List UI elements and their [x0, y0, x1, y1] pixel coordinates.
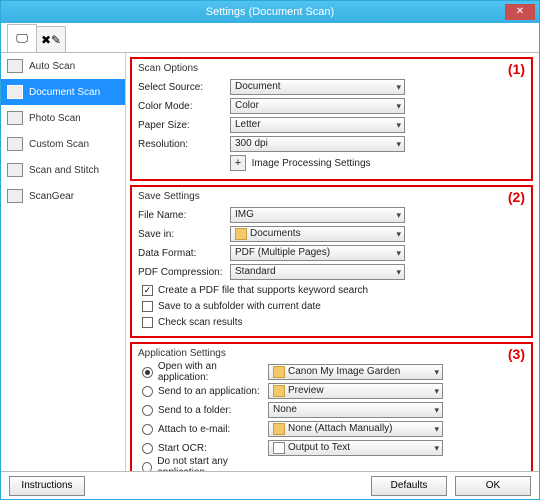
sidebar-item-auto-scan[interactable]: Auto Scan: [1, 53, 125, 79]
checkbox-subfolder-date[interactable]: [142, 301, 153, 312]
tab-scan-icon[interactable]: 🖵: [7, 24, 37, 52]
sidebar-item-label: Auto Scan: [29, 61, 75, 72]
label-start-ocr: Start OCR:: [158, 443, 207, 454]
custom-scan-icon: [7, 137, 23, 151]
legend-app-settings: Application Settings: [138, 348, 525, 359]
content-pane: (1) Scan Options Select Source:Document …: [126, 53, 539, 471]
radio-send-app[interactable]: [142, 386, 153, 397]
sidebar-item-label: Scan and Stitch: [29, 165, 99, 176]
photo-scan-icon: [7, 111, 23, 125]
label-color-mode: Color Mode:: [138, 101, 230, 112]
select-start-ocr[interactable]: Output to Text: [268, 440, 443, 456]
radio-send-folder[interactable]: [142, 405, 153, 416]
sidebar-item-scan-stitch[interactable]: Scan and Stitch: [1, 157, 125, 183]
label-attach-email: Attach to e-mail:: [158, 424, 230, 435]
radio-attach-email[interactable]: [142, 424, 153, 435]
auto-scan-icon: [7, 59, 23, 73]
annotation-2: (2): [508, 189, 525, 205]
select-send-folder[interactable]: None: [268, 402, 443, 418]
sidebar-item-document-scan[interactable]: Document Scan: [1, 79, 125, 105]
select-pdf-compression[interactable]: Standard: [230, 264, 405, 280]
label-check-results: Check scan results: [158, 317, 242, 328]
select-attach-email[interactable]: None (Attach Manually): [268, 421, 443, 437]
select-send-app[interactable]: Preview: [268, 383, 443, 399]
radio-start-ocr[interactable]: [142, 443, 153, 454]
ok-button[interactable]: OK: [455, 476, 531, 496]
group-app-settings: (3) Application Settings Open with an ap…: [130, 342, 533, 471]
select-color-mode[interactable]: Color: [230, 98, 405, 114]
settings-dialog: Settings (Document Scan) ✕ 🖵 ✖✎ Auto Sca…: [0, 0, 540, 500]
group-save-settings: (2) Save Settings File Name:IMG Save in:…: [130, 185, 533, 338]
titlebar: Settings (Document Scan) ✕: [1, 1, 539, 23]
document-scan-icon: [7, 85, 23, 99]
label-select-source: Select Source:: [138, 82, 230, 93]
text-icon: [273, 442, 285, 454]
top-tabstrip: 🖵 ✖✎: [1, 23, 539, 53]
window-title: Settings (Document Scan): [206, 6, 334, 18]
checkbox-keyword-pdf[interactable]: ✓: [142, 285, 153, 296]
app-icon: [273, 366, 285, 378]
checkbox-check-results[interactable]: [142, 317, 153, 328]
label-subfolder-date: Save to a subfolder with current date: [158, 301, 321, 312]
folder-icon: [235, 228, 247, 240]
label-pdf-compression: PDF Compression:: [138, 267, 230, 278]
label-file-name: File Name:: [138, 210, 230, 221]
sidebar-item-label: Photo Scan: [29, 113, 81, 124]
annotation-1: (1): [508, 61, 525, 77]
label-image-processing: Image Processing Settings: [252, 158, 371, 169]
tab-tools-icon[interactable]: ✖✎: [36, 26, 66, 52]
input-file-name[interactable]: IMG: [230, 207, 405, 223]
label-do-not-start: Do not start any application: [157, 456, 268, 471]
sidebar: Auto Scan Document Scan Photo Scan Custo…: [1, 53, 126, 471]
label-resolution: Resolution:: [138, 139, 230, 150]
label-paper-size: Paper Size:: [138, 120, 230, 131]
label-save-in: Save in:: [138, 229, 230, 240]
sidebar-item-photo-scan[interactable]: Photo Scan: [1, 105, 125, 131]
sidebar-item-label: ScanGear: [29, 191, 74, 202]
label-open-app: Open with an application:: [158, 361, 268, 383]
radio-do-not-start[interactable]: [142, 462, 152, 472]
sidebar-item-scangear[interactable]: ScanGear: [1, 183, 125, 209]
preview-icon: [273, 385, 285, 397]
select-data-format[interactable]: PDF (Multiple Pages): [230, 245, 405, 261]
expand-image-processing[interactable]: +: [230, 155, 246, 171]
legend-save-settings: Save Settings: [138, 191, 525, 202]
label-send-folder: Send to a folder:: [158, 405, 231, 416]
select-resolution[interactable]: 300 dpi: [230, 136, 405, 152]
footer: Instructions Defaults OK: [1, 471, 539, 499]
legend-scan-options: Scan Options: [138, 63, 525, 74]
sidebar-item-label: Custom Scan: [29, 139, 89, 150]
monitor-icon: 🖵: [16, 31, 28, 46]
scangear-icon: [7, 189, 23, 203]
instructions-button[interactable]: Instructions: [9, 476, 85, 496]
label-send-app: Send to an application:: [158, 386, 260, 397]
mail-icon: [273, 423, 285, 435]
select-open-app[interactable]: Canon My Image Garden: [268, 364, 443, 380]
sidebar-item-custom-scan[interactable]: Custom Scan: [1, 131, 125, 157]
defaults-button[interactable]: Defaults: [371, 476, 447, 496]
select-save-in[interactable]: Documents: [230, 226, 405, 242]
sidebar-item-label: Document Scan: [29, 87, 100, 98]
select-paper-size[interactable]: Letter: [230, 117, 405, 133]
radio-open-app[interactable]: [142, 367, 153, 378]
close-button[interactable]: ✕: [505, 4, 535, 20]
select-source[interactable]: Document: [230, 79, 405, 95]
group-scan-options: (1) Scan Options Select Source:Document …: [130, 57, 533, 181]
annotation-3: (3): [508, 346, 525, 362]
label-keyword-pdf: Create a PDF file that supports keyword …: [158, 285, 368, 296]
stitch-icon: [7, 163, 23, 177]
wrench-icon: ✖✎: [41, 33, 61, 47]
label-data-format: Data Format:: [138, 248, 230, 259]
